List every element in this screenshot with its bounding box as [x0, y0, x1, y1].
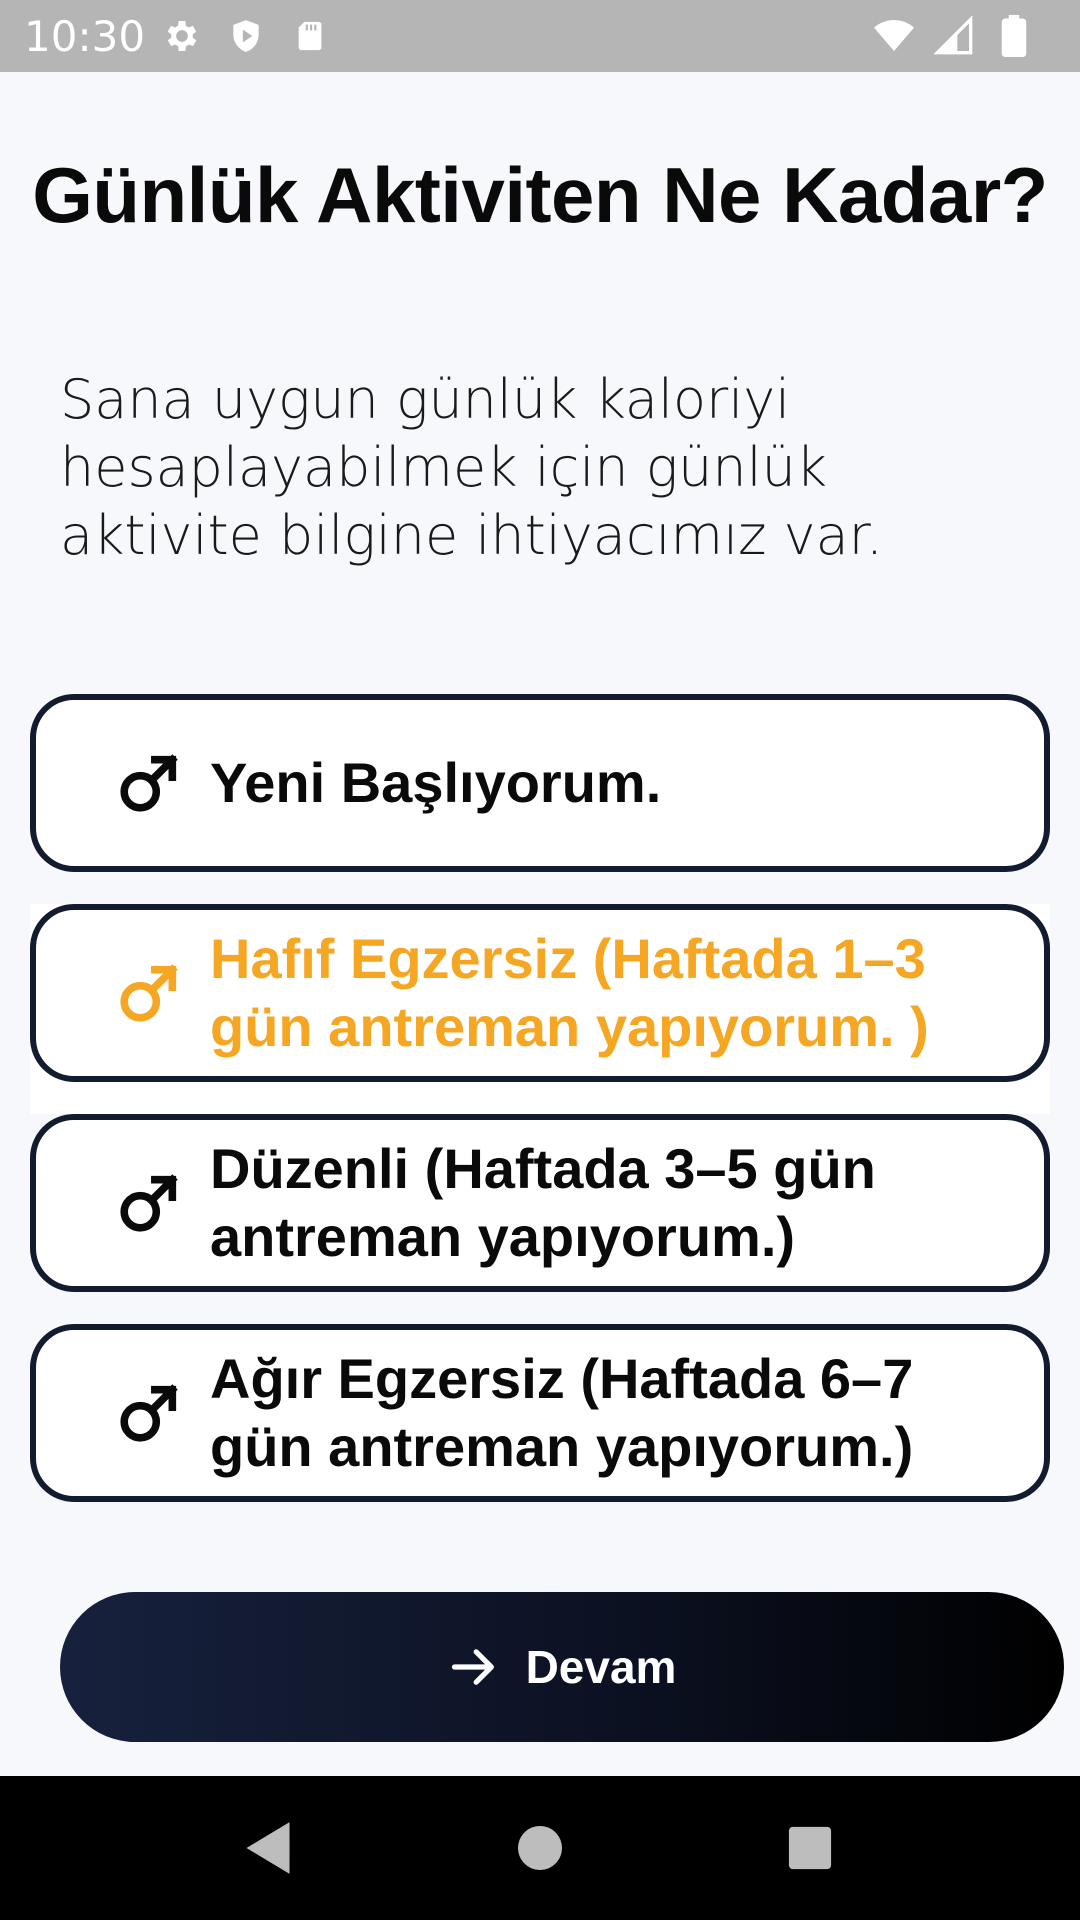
recents-icon	[788, 1826, 832, 1870]
back-icon	[246, 1822, 290, 1874]
page-description: Sana uygun günlük kaloriyi hesaplayabilm…	[60, 368, 884, 567]
option-label: Yeni Başlıyorum.	[210, 751, 662, 814]
page-title: Günlük Aktiviten Ne Kadar?	[32, 151, 1048, 239]
recents-button[interactable]	[778, 1816, 842, 1880]
option-wrapper: Yeni Başlıyorum.	[30, 694, 1050, 904]
status-icons-left	[160, 14, 332, 58]
option-light-exercise[interactable]: Hafıf Egzersiz (Haftada 1–3 gün antreman…	[30, 904, 1050, 1082]
option-beginner[interactable]: Yeni Başlıyorum.	[30, 694, 1050, 872]
option-wrapper: Hafıf Egzersiz (Haftada 1–3 gün antreman…	[30, 904, 1050, 1114]
option-label: Ağır Egzersiz (Haftada 6–7 gün antreman …	[210, 1347, 914, 1478]
arrow-right-icon	[451, 1649, 494, 1685]
status-bar: 10:30	[0, 0, 1080, 72]
shield-icon	[224, 14, 268, 58]
home-button[interactable]	[508, 1816, 572, 1880]
gear-icon	[160, 14, 204, 58]
male-symbol-icon	[120, 754, 178, 812]
activity-options: Yeni Başlıyorum. Hafıf Egzersiz (Haftada…	[30, 694, 1050, 1534]
battery-icon	[992, 14, 1036, 58]
option-wrapper: Ağır Egzersiz (Haftada 6–7 gün antreman …	[30, 1324, 1050, 1534]
male-symbol-icon	[120, 1384, 178, 1442]
option-heavy-exercise[interactable]: Ağır Egzersiz (Haftada 6–7 gün antreman …	[30, 1324, 1050, 1502]
status-icons-right	[872, 14, 1036, 58]
male-symbol-icon	[120, 964, 178, 1022]
navigation-bar	[0, 1776, 1080, 1920]
male-symbol-icon	[120, 1174, 178, 1232]
continue-label: Devam	[525, 1641, 677, 1693]
status-time: 10:30	[24, 12, 146, 61]
continue-button[interactable]: Devam	[60, 1592, 1064, 1742]
signal-icon	[932, 14, 976, 58]
wifi-icon	[872, 14, 916, 58]
option-label: Hafıf Egzersiz (Haftada 1–3 gün antreman…	[210, 927, 929, 1058]
option-label: Düzenli (Haftada 3–5 gün antreman yapıyo…	[210, 1137, 876, 1268]
home-icon	[518, 1826, 562, 1870]
sd-card-icon	[288, 14, 332, 58]
back-button[interactable]	[236, 1816, 300, 1880]
option-regular[interactable]: Düzenli (Haftada 3–5 gün antreman yapıyo…	[30, 1114, 1050, 1292]
option-wrapper: Düzenli (Haftada 3–5 gün antreman yapıyo…	[30, 1114, 1050, 1324]
